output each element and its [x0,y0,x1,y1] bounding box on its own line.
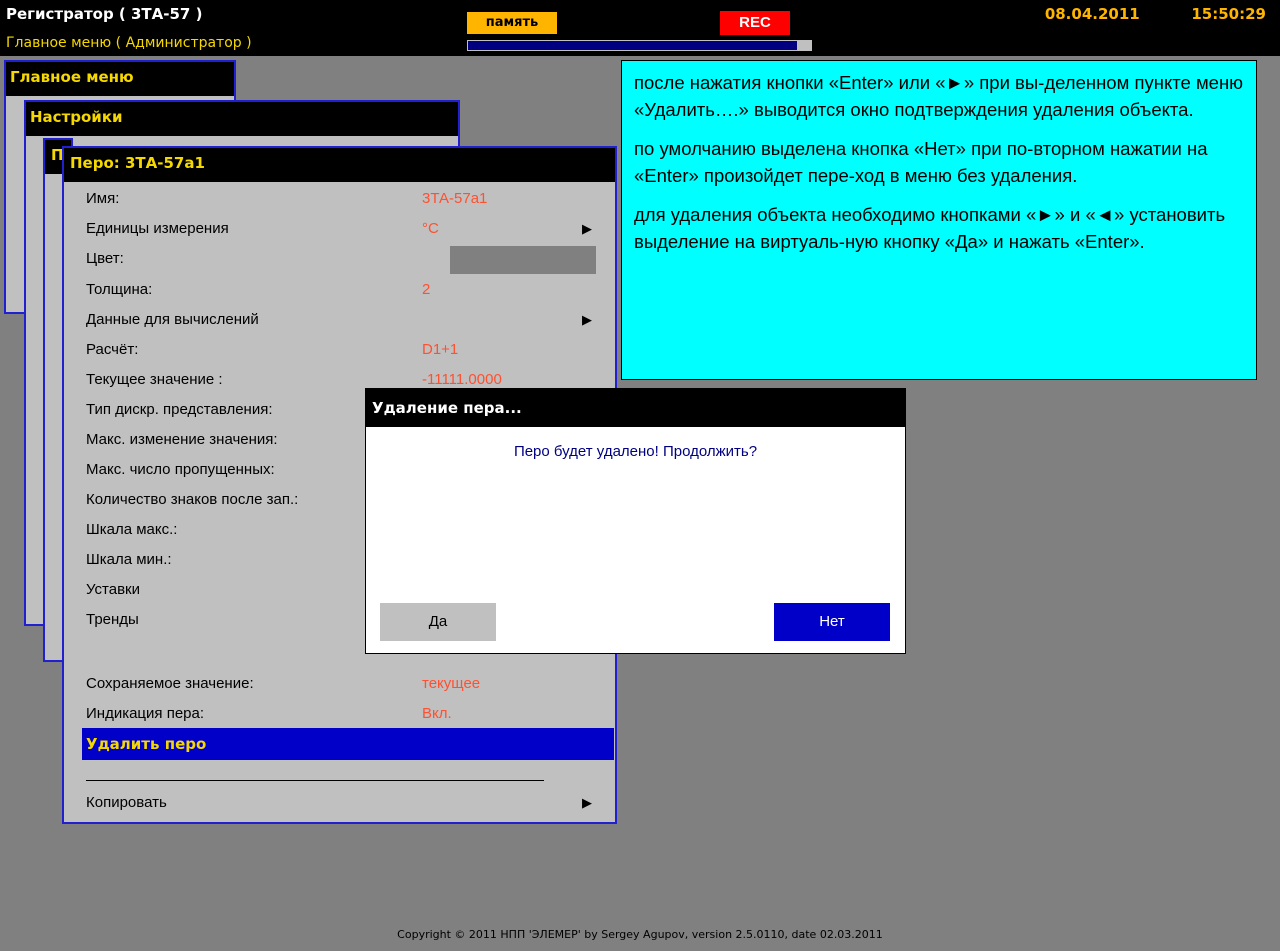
row-label: Тип дискр. представления: [86,401,273,418]
pen-row-units[interactable]: Единицы измерения °C ▶ [86,216,596,242]
callout-paragraph: для удаления объекта необходимо кнопками… [634,204,1226,252]
row-label: Имя: [86,190,120,207]
row-value: D1+1 [422,341,459,358]
color-swatch[interactable] [450,246,596,274]
row-label: Расчёт: [86,341,139,358]
row-label: Количество знаков после зап.: [86,491,299,508]
dialog-message: Перо будет удалено! Продолжить? [513,443,758,460]
row-label: Макс. число пропущенных: [86,461,275,478]
row-value: Вкл. [422,705,452,722]
pen-row-copy[interactable]: Копировать ▶ [86,790,596,816]
row-label: Толщина: [86,281,153,298]
row-value: текущее [422,675,481,692]
row-label: Тренды [86,611,139,628]
memory-progress-bar [467,40,812,51]
main-menu-title: Главное меню [6,62,234,96]
row-label: Цвет: [86,250,124,267]
callout-paragraph: по умолчанию выделена кнопка «Нет» при п… [634,138,1208,186]
dialog-title: Удаление пера... [366,389,905,427]
delete-confirm-dialog: Удаление пера... Перо будет удалено! Про… [365,388,906,654]
row-label: Макс. изменение значения: [86,431,278,448]
triangle-right-icon: ▶ [582,795,592,810]
delete-pen-menu-item[interactable]: Удалить перо [82,728,614,760]
callout-paragraph: после нажатия кнопки «Enter» или «►» при… [634,72,1244,120]
pen-window-title: Перо: 3ТА-57а1 [64,148,615,182]
yes-button[interactable]: Да [380,603,496,641]
row-value: 2 [422,281,431,298]
copyright-footer: Copyright © 2011 НПП 'ЭЛЕМЕР' by Sergey … [397,928,883,941]
rec-indicator: REC [720,11,790,35]
row-label: Шкала макс.: [86,521,178,538]
row-label: Единицы измерения [86,220,229,237]
memory-progress-fill [468,41,798,50]
row-value: °C [422,220,439,237]
row-label: Сохраняемое значение: [86,675,254,692]
row-label: Данные для вычислений [86,311,259,328]
row-label: Уставки [86,581,140,598]
no-button[interactable]: Нет [774,603,890,641]
pen-row-calc-data[interactable]: Данные для вычислений ▶ [86,307,596,333]
row-label: Копировать [86,794,167,811]
row-label: Индикация пера: [86,705,205,722]
row-label: Текущее значение : [86,371,223,388]
row-value: 3ТА-57а1 [422,190,488,207]
menu-path-breadcrumb: Главное меню ( Администратор ) [6,35,252,51]
datetime-display: 08.04.2011 15:50:29 [1044,5,1266,23]
menu-divider [86,780,544,781]
memory-badge: память [467,12,557,34]
status-bar: Регистратор ( 3ТА-57 ) Главное меню ( Ад… [0,0,1280,56]
triangle-right-icon: ▶ [582,312,592,327]
row-label: Шкала мин.: [86,551,172,568]
instruction-callout: после нажатия кнопки «Enter» или «►» при… [621,60,1257,380]
triangle-right-icon: ▶ [582,221,592,236]
device-title: Регистратор ( 3ТА-57 ) [6,5,203,23]
settings-title: Настройки [26,102,458,136]
